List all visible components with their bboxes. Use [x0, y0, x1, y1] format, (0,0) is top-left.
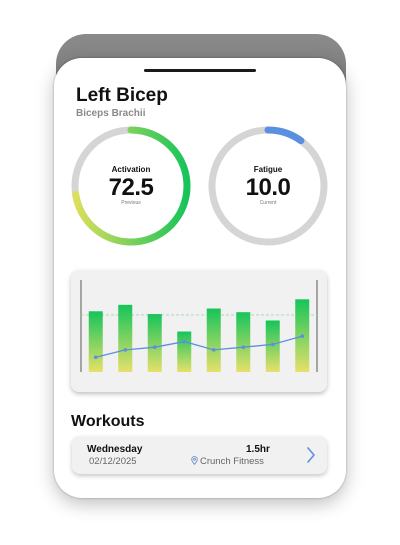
- fatigue-gauge[interactable]: Fatigue 10.0 Current: [206, 124, 330, 248]
- activation-history-chart: [80, 280, 318, 372]
- workout-duration: 1.5hr: [246, 444, 270, 455]
- location-pin-icon: [191, 456, 198, 468]
- phone-screen: Left Bicep Biceps Brachii Activation 72.…: [54, 58, 346, 498]
- chart-bar: [118, 304, 133, 372]
- fatigue-value: 10.0: [245, 174, 291, 201]
- chart-bar: [88, 311, 103, 372]
- fatigue-caption: Current: [259, 200, 277, 206]
- chart-bar: [236, 312, 251, 372]
- workout-day: Wednesday: [87, 444, 143, 455]
- activation-label: Activation: [111, 165, 151, 174]
- muscle-subtitle: Biceps Brachii: [76, 108, 146, 119]
- muscle-title: Left Bicep: [76, 85, 168, 106]
- chevron-right-icon[interactable]: [306, 446, 316, 469]
- workout-list-item[interactable]: Wednesday 02/12/2025 1.5hr Crunch Fitnes…: [72, 436, 327, 474]
- fatigue-label: Fatigue: [253, 165, 283, 174]
- activation-caption: Previous: [121, 200, 141, 206]
- chart-bar: [177, 331, 192, 372]
- activation-value: 72.5: [108, 174, 154, 201]
- workout-date: 02/12/2025: [89, 456, 137, 467]
- chart-line-point: [300, 334, 305, 338]
- chart-bar: [206, 308, 221, 372]
- chart-line-point: [270, 342, 275, 347]
- home-indicator-bar: [144, 69, 256, 72]
- chart-line-point: [182, 339, 187, 344]
- chart-bar: [265, 320, 280, 372]
- activation-history-chart-card[interactable]: [71, 270, 327, 392]
- chart-bar: [147, 314, 162, 372]
- activation-gauge[interactable]: Activation 72.5 Previous: [69, 124, 193, 248]
- chart-line-point: [211, 348, 216, 352]
- chart-line-point: [93, 355, 98, 360]
- workout-location: Crunch Fitness: [191, 456, 264, 468]
- workout-location-name: Crunch Fitness: [200, 456, 264, 467]
- chart-line-point: [241, 345, 246, 349]
- workouts-heading: Workouts: [71, 413, 145, 430]
- chart-line-point: [123, 348, 128, 352]
- chart-line-point: [152, 345, 157, 349]
